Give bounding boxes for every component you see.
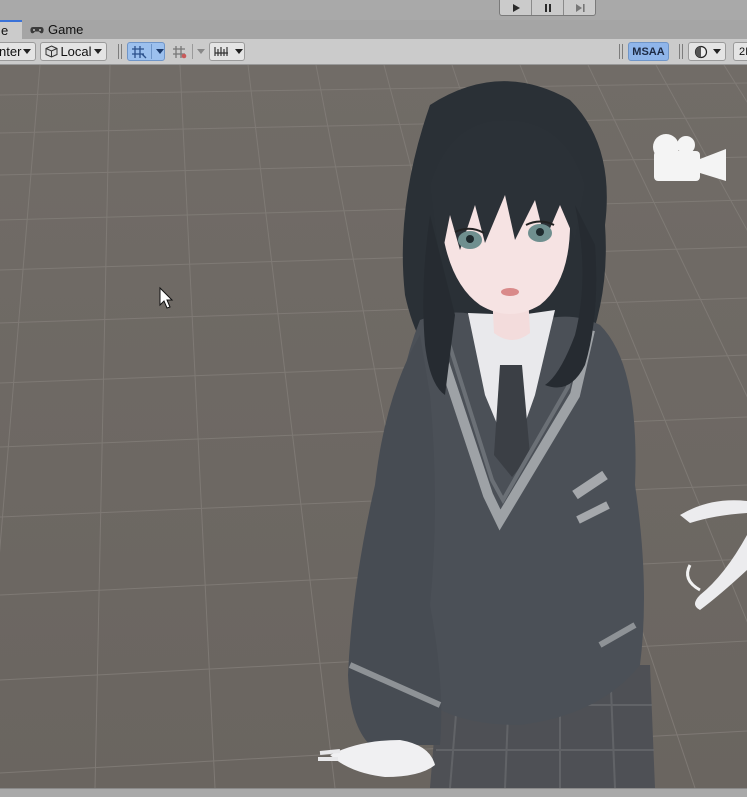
play-controls: [499, 0, 596, 16]
ruler-icon: [214, 47, 228, 56]
chevron-down-icon: [93, 49, 102, 54]
gamepad-icon: [30, 26, 44, 33]
grid-snap-icon: [132, 45, 147, 58]
toolbar-divider: [682, 44, 683, 59]
scene-viewport[interactable]: [0, 65, 747, 788]
pause-icon: [544, 3, 551, 12]
top-strip: [0, 0, 747, 21]
chevron-down-icon: [235, 49, 243, 54]
toolbar-divider: [121, 44, 122, 59]
tab-scene[interactable]: e: [0, 20, 22, 39]
grid-icon: [173, 45, 187, 58]
pivot-label: nter: [0, 44, 22, 59]
chevron-down-icon: [713, 49, 721, 54]
space-dropdown[interactable]: Local: [40, 42, 107, 61]
toolbar-divider: [619, 44, 620, 59]
chevron-down-icon: [156, 49, 164, 54]
msaa-label: MSAA: [632, 45, 665, 58]
view-tabbar: e Game: [0, 20, 747, 39]
toolbar-divider: [118, 44, 119, 59]
tab-game[interactable]: Game: [30, 20, 90, 39]
mode-2d-toggle[interactable]: 2I: [733, 42, 747, 61]
grid-visibility-toggle[interactable]: [168, 42, 206, 61]
msaa-toggle[interactable]: MSAA: [628, 42, 669, 61]
space-label: Local: [60, 44, 92, 59]
tab-scene-label: e: [1, 23, 9, 38]
shading-mode-dropdown[interactable]: [688, 42, 726, 61]
play-button[interactable]: [500, 0, 532, 15]
scene-canvas[interactable]: [0, 65, 747, 788]
chevron-down-icon: [23, 49, 31, 54]
step-button[interactable]: [564, 0, 595, 15]
mode-2d-label: 2I: [739, 45, 747, 58]
pivot-dropdown[interactable]: nter: [0, 42, 36, 61]
toolbar-divider: [622, 44, 623, 59]
shading-sphere-icon: [694, 45, 708, 58]
pause-button[interactable]: [532, 0, 564, 15]
step-icon: [575, 3, 585, 12]
play-icon: [512, 3, 520, 12]
toolbar-divider: [679, 44, 680, 59]
tab-game-label: Game: [48, 22, 84, 37]
grid-snap-toggle[interactable]: [127, 42, 165, 61]
increment-snap-toggle[interactable]: [209, 42, 245, 61]
scene-toolbar: nter Local MSAA 2I: [0, 39, 747, 65]
chevron-down-icon: [197, 49, 205, 54]
cube-icon: [45, 45, 58, 58]
bottom-status-bar: [0, 788, 747, 797]
